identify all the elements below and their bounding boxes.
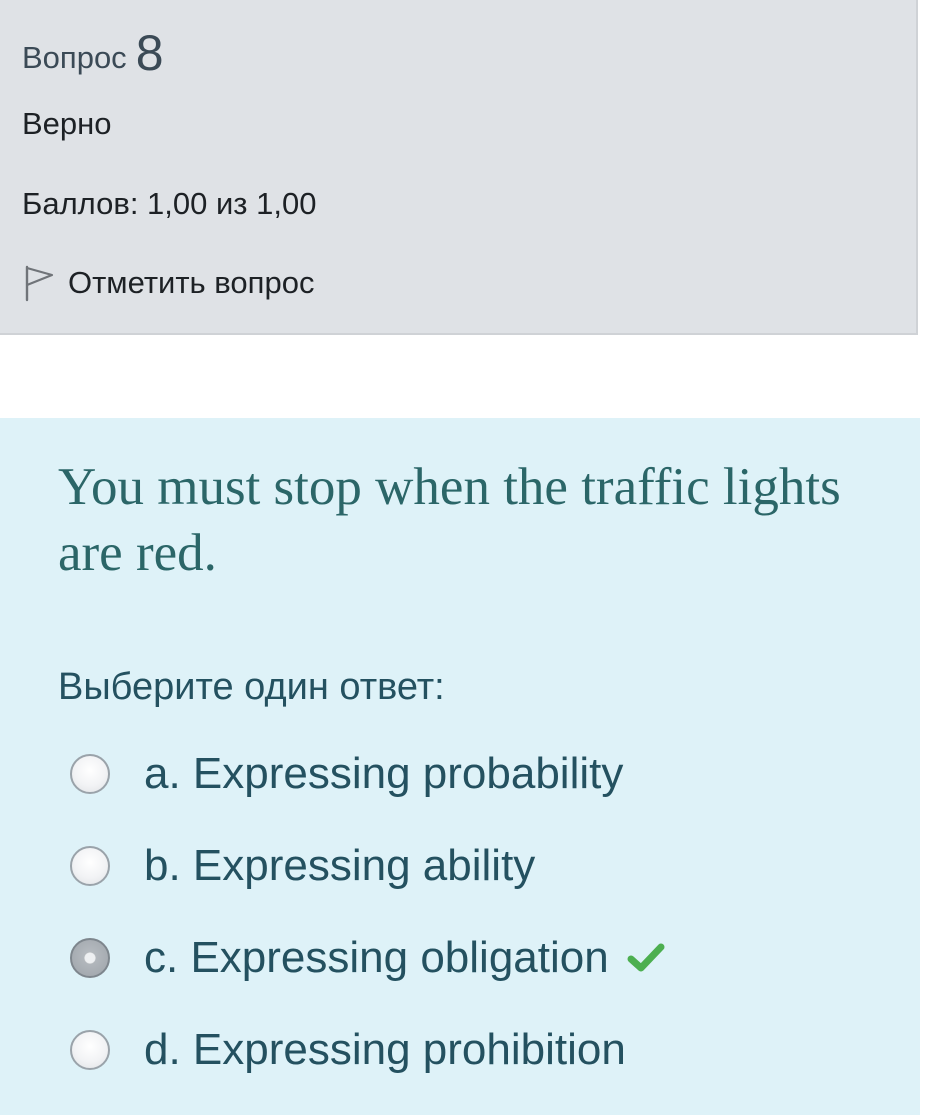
flag-icon: [22, 264, 56, 302]
question-content-panel: You must stop when the traffic lights ar…: [0, 418, 920, 1115]
answer-option-label[interactable]: d. Expressing prohibition: [144, 1025, 626, 1075]
radio-button-a[interactable]: [70, 754, 110, 794]
answer-options: a. Expressing probability b. Expressing …: [70, 728, 910, 1096]
answer-option-label[interactable]: c. Expressing obligation: [144, 933, 609, 983]
answer-option-a[interactable]: a. Expressing probability: [70, 728, 910, 820]
question-state: Верно: [22, 106, 112, 141]
answer-option-c[interactable]: c. Expressing obligation: [70, 912, 910, 1004]
radio-button-d[interactable]: [70, 1030, 110, 1070]
radio-button-b[interactable]: [70, 846, 110, 886]
checkmark-icon: [627, 943, 665, 972]
answer-option-d[interactable]: d. Expressing prohibition: [70, 1004, 910, 1096]
answer-option-b[interactable]: b. Expressing ability: [70, 820, 910, 912]
question-info-panel: Вопрос 8 Верно Баллов: 1,00 из 1,00 Отмет…: [0, 0, 918, 335]
question-text: You must stop when the traffic lights ar…: [58, 458, 841, 582]
answer-prompt: Выберите один ответ:: [58, 666, 445, 708]
question-word: Вопрос: [22, 40, 127, 75]
question-grade: Баллов: 1,00 из 1,00: [22, 186, 317, 221]
radio-button-c-selected[interactable]: [70, 938, 110, 978]
flag-question-link[interactable]: Отметить вопрос: [22, 264, 314, 302]
radio-selected-dot: [84, 952, 96, 964]
question-number: 8: [135, 25, 164, 81]
flag-question-label: Отметить вопрос: [68, 265, 315, 300]
answer-option-label[interactable]: a. Expressing probability: [144, 749, 623, 799]
question-number-heading: Вопрос 8: [22, 22, 164, 81]
answer-option-label[interactable]: b. Expressing ability: [144, 841, 535, 891]
